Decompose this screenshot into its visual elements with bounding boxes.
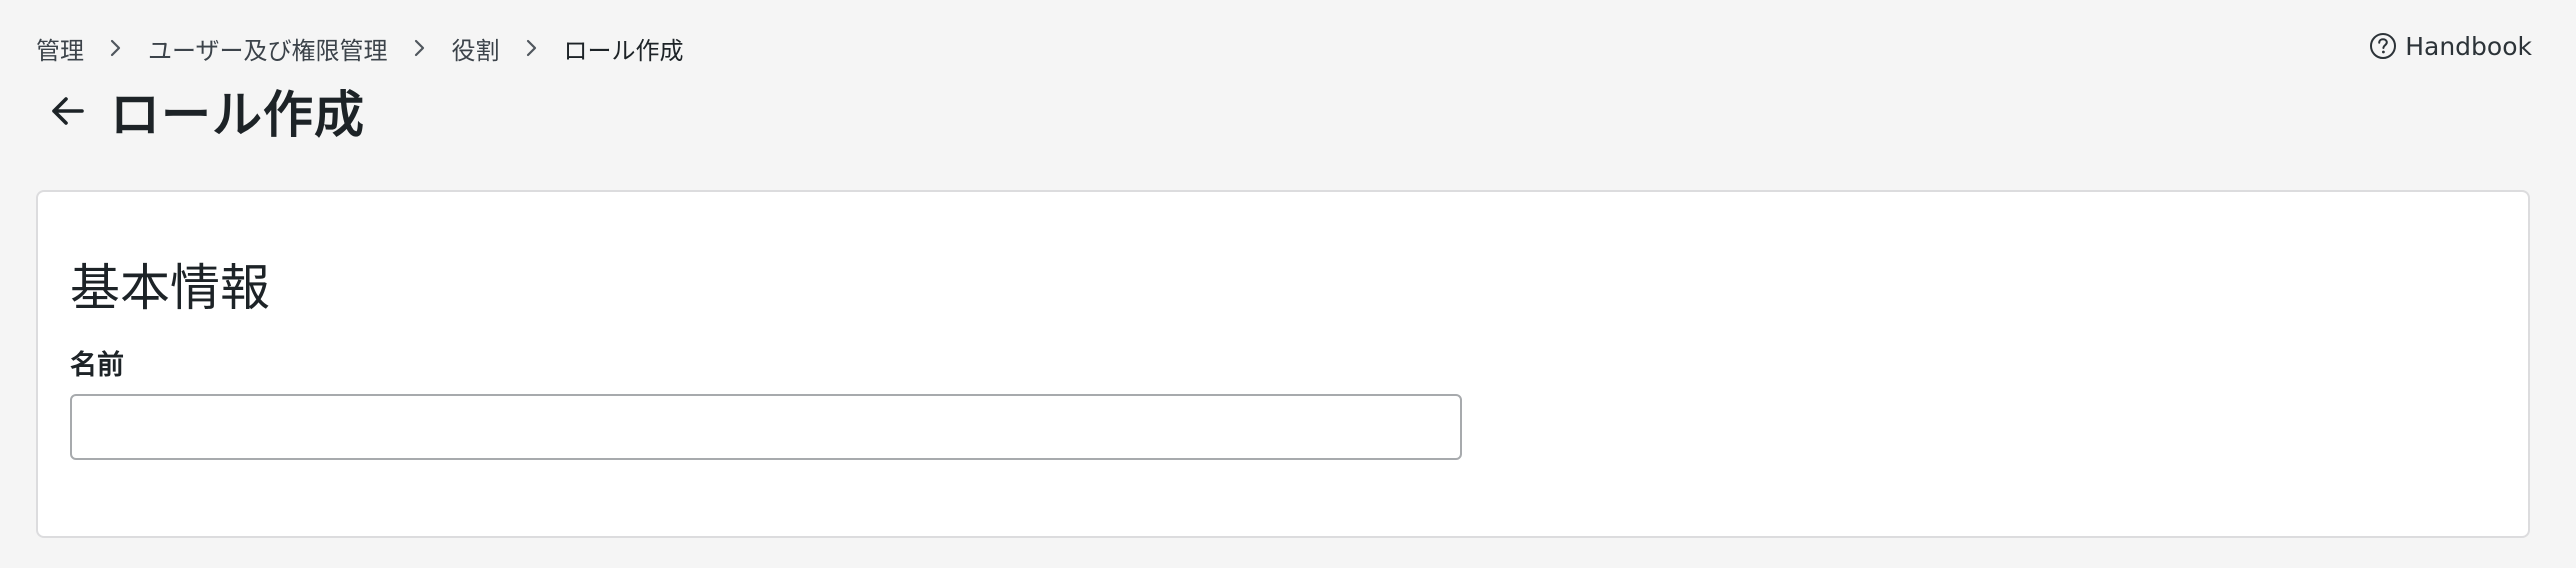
name-input[interactable] [70, 394, 1462, 460]
breadcrumb: 管理 ユーザー及び権限管理 役割 ロール作成 [36, 30, 684, 66]
chevron-right-icon [500, 30, 564, 66]
breadcrumb-item-users-permissions[interactable]: ユーザー及び権限管理 [148, 31, 388, 66]
back-button[interactable] [44, 87, 92, 135]
question-circle-icon [2369, 32, 2397, 60]
chevron-right-icon [388, 30, 452, 66]
breadcrumb-item-create-role: ロール作成 [563, 36, 684, 65]
page-header: ロール作成 [44, 78, 365, 144]
breadcrumb-item-roles[interactable]: 役割 [452, 31, 500, 66]
basic-info-card: 基本情報 名前 [36, 190, 2530, 538]
handbook-link[interactable]: Handbook [2369, 28, 2532, 64]
section-title: 基本情報 [70, 259, 270, 317]
page-title: ロール作成 [110, 86, 365, 144]
breadcrumb-item-admin[interactable]: 管理 [36, 31, 84, 66]
chevron-right-icon [84, 30, 148, 66]
arrow-left-icon [52, 97, 84, 125]
handbook-label: Handbook [2405, 31, 2532, 61]
name-field-label: 名前 [70, 350, 124, 381]
